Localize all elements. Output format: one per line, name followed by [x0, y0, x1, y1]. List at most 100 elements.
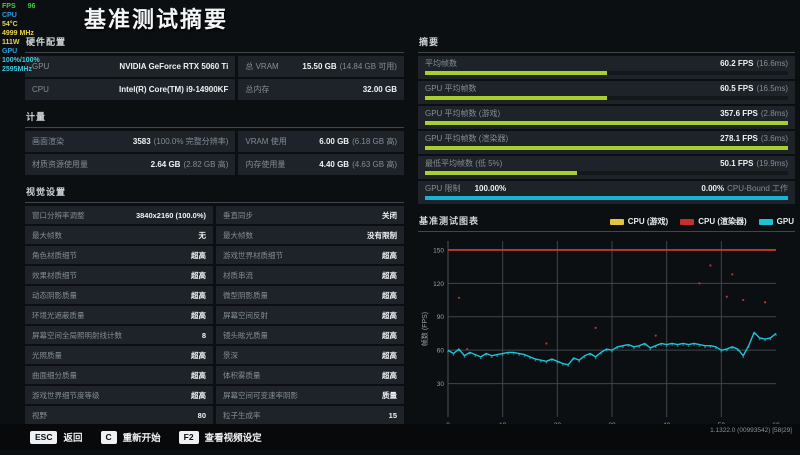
setting-cell: 屏幕空间反射 超高 [216, 306, 404, 324]
setting-label: 游戏世界细节度等级 [32, 390, 100, 400]
hud-cpu-label: CPU [2, 12, 17, 19]
hud-gpu-label: GPU [2, 48, 18, 55]
setting-label: 环境光遮蔽质量 [32, 310, 85, 320]
setting-label: 屏幕空间反射 [223, 310, 268, 320]
setting-cell: GPU NVIDIA GeForce RTX 5060 Ti [25, 56, 236, 77]
setting-value: 关闭 [382, 210, 397, 220]
summary-value: 50.1 FPS [720, 159, 754, 168]
setting-value: 没有限制 [367, 230, 397, 240]
footer-hint-esc[interactable]: ESC 返回 [30, 430, 83, 444]
setting-value: 超高 [191, 290, 206, 300]
setting-value: NVIDIA GeForce RTX 5060 Ti [119, 62, 229, 71]
setting-cell: 景深 超高 [216, 346, 404, 364]
setting-cell: 光照质量 超高 [25, 346, 213, 364]
setting-label: 光照质量 [32, 350, 62, 360]
setting-label: 总内存 [245, 85, 270, 94]
summary-value: 60.5 FPS [720, 84, 754, 93]
summary-row: 平均帧数 60.2 FPS (16.6ms) [418, 56, 795, 79]
setting-label: 内存使用量 [245, 160, 286, 169]
legend-item: GPU [758, 217, 794, 226]
legend-item: CPU (游戏) [609, 216, 668, 227]
keycap-c[interactable]: C [100, 430, 117, 444]
setting-cell: 角色材质细节 超高 [25, 246, 213, 264]
summary-label: GPU 平均帧数 (渲染器) [425, 134, 509, 143]
setting-value: 3583 (100.0% 完整分辨率) [132, 137, 229, 146]
legend-label: CPU (渲染器) [698, 217, 747, 226]
svg-text:60: 60 [437, 348, 445, 355]
setting-cell: 画面渲染 3583 (100.0% 完整分辨率) [25, 131, 236, 152]
visual-settings-section: 视觉设置 窗口分辨率调整 3840x2160 (100.0%) 垂直同步 关闭 最大帧数… [25, 183, 404, 424]
summary-section-title: 摘要 [418, 33, 795, 53]
hardware-section: 硬件配置 GPU NVIDIA GeForce RTX 5060 Ti 总 VRAM… [25, 33, 404, 100]
setting-cell: VRAM 使用 6.00 GB (6.18 GB 高) [238, 131, 404, 152]
setting-value: 超高 [382, 250, 397, 260]
svg-text:120: 120 [433, 281, 444, 288]
metrics-section: 计量 画面渲染 3583 (100.0% 完整分辨率) VRAM 使用 6.00 GB(… [25, 108, 404, 175]
setting-value: 超高 [191, 310, 206, 320]
setting-value: 3840x2160 (100.0%) [135, 210, 206, 220]
footer-hint-c[interactable]: C 重新开始 [100, 430, 161, 444]
hud-fps-label: FPS [2, 3, 16, 10]
summary-value: 357.6 FPS [720, 109, 758, 118]
hardware-section-title: 硬件配置 [25, 33, 404, 53]
setting-value: 6.00 GB (6.18 GB 高) [319, 137, 397, 146]
setting-cell: CPU Intel(R) Core(TM) i9-14900KF [25, 79, 236, 100]
setting-value: 超高 [191, 350, 206, 360]
setting-value: 2.64 GB (2.82 GB 高) [150, 160, 229, 169]
setting-value: 超高 [382, 290, 397, 300]
setting-label: 体积雾质量 [223, 370, 261, 380]
footer-hint-f2[interactable]: F2 查看视频设定 [178, 430, 262, 444]
setting-cell: 曲面细分质量 超高 [25, 366, 213, 384]
setting-label: CPU [32, 85, 49, 94]
setting-value: 4.40 GB (4.63 GB 高) [319, 160, 397, 169]
setting-label: 视野 [32, 410, 47, 420]
hud-cpu-clock: 4999 MHz [2, 30, 34, 37]
hud-fps-value: 96 [27, 3, 36, 10]
footer-hints: ESC 返回 C 重新开始 F2 查看视频设定 [30, 430, 280, 444]
legend-item: CPU (渲染器) [680, 216, 747, 227]
fps-bar-track [425, 96, 788, 100]
legend-swatch [680, 218, 695, 225]
page-title: 基准测试摘要 [84, 7, 229, 32]
summary-row: GPU 平均帧数 60.5 FPS (16.5ms) [418, 81, 795, 104]
main-content: 硬件配置 GPU NVIDIA GeForce RTX 5060 Ti 总 VRAM… [25, 33, 795, 455]
summary-row: GPU 平均帧数 (渲染器) 278.1 FPS (3.6ms) [418, 131, 795, 154]
fps-bar [425, 196, 788, 200]
hud-cpu-temp: 54°C [2, 21, 18, 28]
setting-label: 最大帧数 [32, 230, 62, 240]
performance-overlay: FPS 96 CPU 54°C 4999 MHz 111W GPU 100%/10… [2, 2, 40, 74]
setting-cell: 动态阴影质量 超高 [25, 286, 213, 304]
fps-bar-track [425, 71, 788, 75]
fps-bar-track [425, 121, 788, 125]
hint-label: 重新开始 [122, 433, 161, 444]
metrics-section-title: 计量 [25, 108, 404, 128]
setting-label: 总 VRAM [245, 62, 279, 71]
keycap-f2[interactable]: F2 [178, 430, 199, 444]
summary-subvalue: (2.8ms) [760, 109, 788, 118]
setting-cell: 总 VRAM 15.50 GB (14.84 GB 可用) [238, 56, 404, 77]
setting-value: 超高 [382, 270, 397, 280]
setting-label: 材质串流 [223, 270, 253, 280]
summary-subvalue: (19.9ms) [756, 159, 788, 168]
hud-gpu-clock: 2595MHz [2, 66, 32, 73]
setting-cell: 屏幕空间可变速率阴影 质量 [216, 386, 404, 404]
setting-value: 15.50 GB (14.84 GB 可用) [302, 62, 397, 71]
setting-cell: 内存使用量 4.40 GB (4.63 GB 高) [238, 154, 404, 175]
setting-label: 垂直同步 [223, 210, 253, 220]
right-column: 摘要 平均帧数 60.2 FPS (16.6ms) GPU 平均帧数 60.5 FPS(… [418, 33, 795, 455]
legend-swatch [609, 218, 624, 225]
summary-label-value: 100.00% [474, 184, 507, 193]
setting-value: 8 [201, 330, 206, 340]
legend-swatch [758, 218, 773, 225]
setting-cell: 总内存 32.00 GB [238, 79, 404, 100]
summary-value: 278.1 FPS [720, 134, 758, 143]
svg-text:150: 150 [433, 247, 444, 254]
keycap-esc[interactable]: ESC [30, 430, 58, 444]
setting-label: 景深 [223, 350, 238, 360]
setting-label: 微型阴影质量 [223, 290, 268, 300]
setting-value: 无 [198, 230, 207, 240]
setting-label: 镜头眩光质量 [223, 330, 268, 340]
setting-value: 超高 [191, 390, 206, 400]
setting-value: 超高 [191, 270, 206, 280]
hardware-grid: GPU NVIDIA GeForce RTX 5060 Ti 总 VRAM 15.50… [25, 56, 404, 100]
